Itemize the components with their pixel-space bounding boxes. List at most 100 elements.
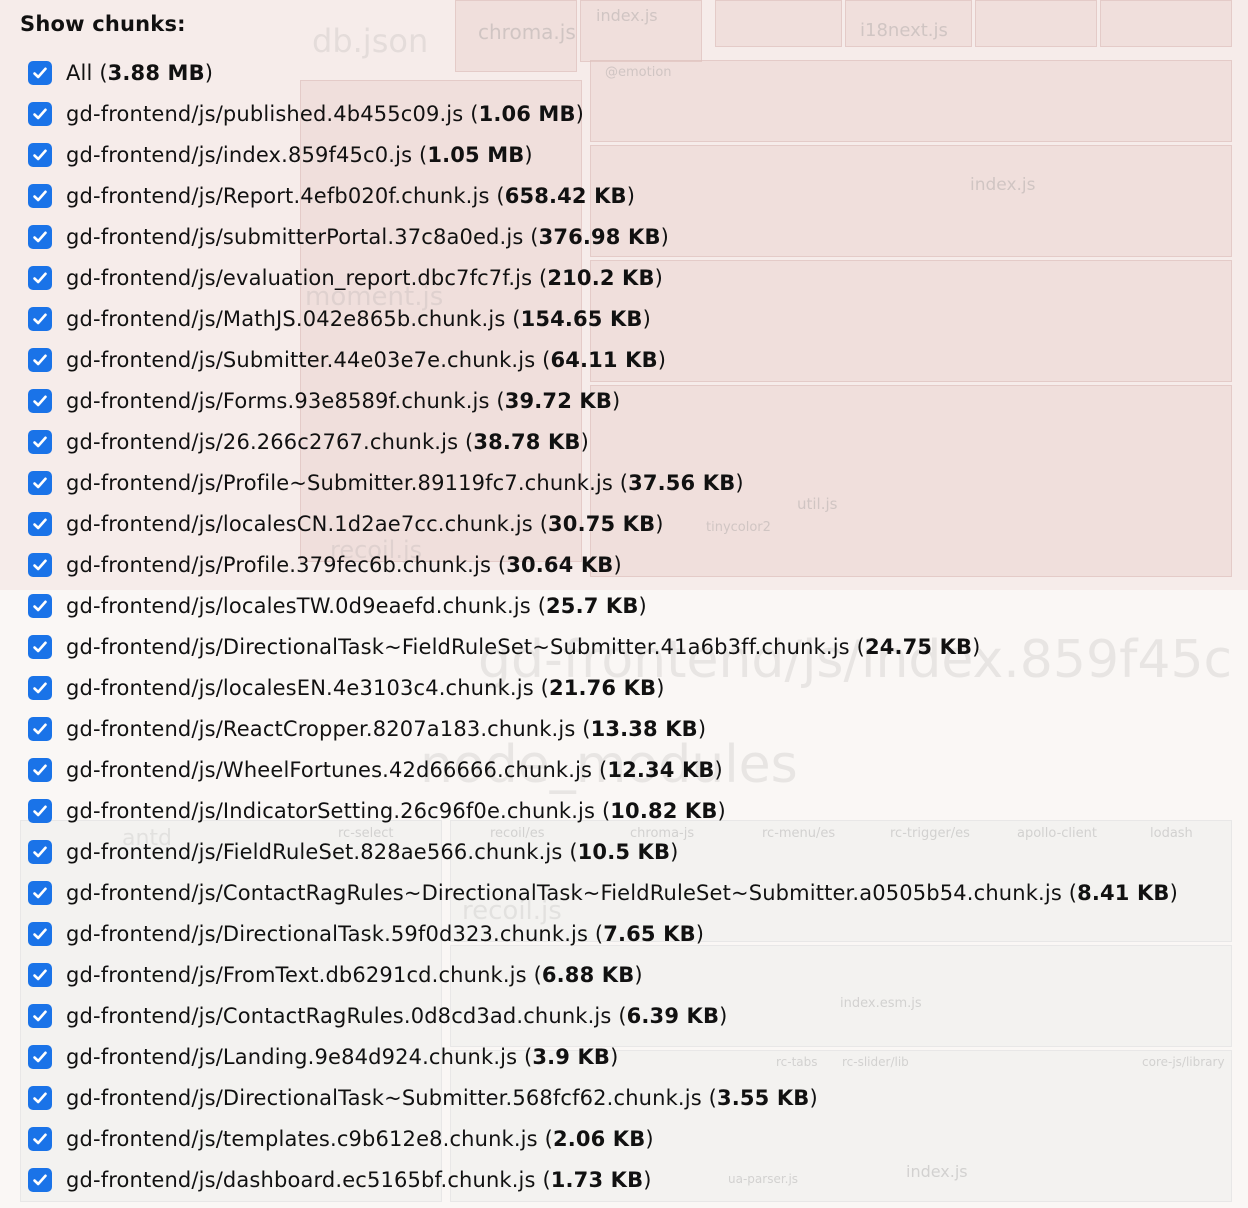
paren-close: ) [656, 676, 665, 700]
chunk-row[interactable]: gd-frontend/js/DirectionalTask~Submitter… [28, 1083, 818, 1113]
chunk-label[interactable]: gd-frontend/js/evaluation_report.dbc7fc7… [66, 266, 663, 290]
checkbox-checked-icon[interactable] [28, 922, 52, 946]
chunk-row[interactable]: gd-frontend/js/MathJS.042e865b.chunk.js … [28, 304, 651, 334]
checkbox-checked-icon[interactable] [28, 717, 52, 741]
chunk-row[interactable]: gd-frontend/js/index.859f45c0.js (1.05 M… [28, 140, 533, 170]
chunk-label[interactable]: gd-frontend/js/localesCN.1d2ae7cc.chunk.… [66, 512, 664, 536]
checkbox-checked-icon[interactable] [28, 61, 52, 85]
chunk-label[interactable]: gd-frontend/js/published.4b455c09.js (1.… [66, 102, 584, 126]
chunk-row-all[interactable]: All (3.88 MB) [28, 58, 213, 88]
checkbox-checked-icon[interactable] [28, 102, 52, 126]
chunk-row[interactable]: gd-frontend/js/DirectionalTask~FieldRule… [28, 632, 981, 662]
treemap-block [590, 145, 1232, 257]
checkbox-checked-icon[interactable] [28, 553, 52, 577]
chunk-label[interactable]: gd-frontend/js/ReactCropper.8207a183.chu… [66, 717, 706, 741]
chunk-row[interactable]: gd-frontend/js/localesEN.4e3103c4.chunk.… [28, 673, 665, 703]
chunk-label[interactable]: gd-frontend/js/ContactRagRules~Direction… [66, 881, 1178, 905]
chunk-row[interactable]: gd-frontend/js/FromText.db6291cd.chunk.j… [28, 960, 643, 990]
chunk-label[interactable]: gd-frontend/js/IndicatorSetting.26c96f0e… [66, 799, 726, 823]
chunk-label[interactable]: gd-frontend/js/DirectionalTask~FieldRule… [66, 635, 981, 659]
paren-open: ( [526, 963, 542, 987]
chunk-label[interactable]: gd-frontend/js/WheelFortunes.42d66666.ch… [66, 758, 723, 782]
chunk-size: 24.75 KB [864, 635, 973, 659]
chunk-size: 13.38 KB [590, 717, 698, 741]
chunk-label[interactable]: gd-frontend/js/index.859f45c0.js (1.05 M… [66, 143, 533, 167]
checkbox-checked-icon[interactable] [28, 676, 52, 700]
chunk-label[interactable]: gd-frontend/js/FieldRuleSet.828ae566.chu… [66, 840, 678, 864]
checkbox-checked-icon[interactable] [28, 512, 52, 536]
chunk-row[interactable]: gd-frontend/js/submitterPortal.37c8a0ed.… [28, 222, 669, 252]
chunk-row[interactable]: gd-frontend/js/Report.4efb020f.chunk.js … [28, 181, 635, 211]
checkbox-checked-icon[interactable] [28, 963, 52, 987]
paren-open: ( [489, 184, 505, 208]
checkbox-checked-icon[interactable] [28, 1086, 52, 1110]
checkbox-checked-icon[interactable] [28, 1127, 52, 1151]
chunk-label[interactable]: gd-frontend/js/DirectionalTask.59f0d323.… [66, 922, 704, 946]
chunk-label[interactable]: gd-frontend/js/localesTW.0d9eaefd.chunk.… [66, 594, 647, 618]
checkbox-checked-icon[interactable] [28, 758, 52, 782]
chunk-label[interactable]: gd-frontend/js/Profile.379fec6b.chunk.js… [66, 553, 622, 577]
chunk-row[interactable]: gd-frontend/js/IndicatorSetting.26c96f0e… [28, 796, 726, 826]
chunk-label[interactable]: gd-frontend/js/dashboard.ec5165bf.chunk.… [66, 1168, 652, 1192]
checkbox-checked-icon[interactable] [28, 1045, 52, 1069]
chunk-label[interactable]: gd-frontend/js/submitterPortal.37c8a0ed.… [66, 225, 669, 249]
chunk-row[interactable]: gd-frontend/js/Profile.379fec6b.chunk.js… [28, 550, 622, 580]
chunk-row[interactable]: gd-frontend/js/localesCN.1d2ae7cc.chunk.… [28, 509, 664, 539]
paren-open: ( [592, 758, 608, 782]
checkbox-checked-icon[interactable] [28, 184, 52, 208]
chunk-row[interactable]: gd-frontend/js/26.266c2767.chunk.js (38.… [28, 427, 589, 457]
chunk-row[interactable]: gd-frontend/js/Profile~Submitter.89119fc… [28, 468, 744, 498]
paren-close: ) [735, 471, 744, 495]
chunk-row[interactable]: gd-frontend/js/Forms.93e8589f.chunk.js (… [28, 386, 620, 416]
paren-close: ) [657, 348, 667, 372]
chunk-label[interactable]: gd-frontend/js/Landing.9e84d924.chunk.js… [66, 1045, 618, 1069]
checkbox-checked-icon[interactable] [28, 307, 52, 331]
chunk-label[interactable]: All (3.88 MB) [66, 61, 213, 85]
checkbox-checked-icon[interactable] [28, 225, 52, 249]
chunk-name: gd-frontend/js/MathJS.042e865b.chunk.js [66, 307, 506, 331]
treemap-block [590, 60, 1232, 142]
checkbox-checked-icon[interactable] [28, 471, 52, 495]
checkbox-checked-icon[interactable] [28, 594, 52, 618]
chunk-row[interactable]: gd-frontend/js/FieldRuleSet.828ae566.chu… [28, 837, 678, 867]
checkbox-checked-icon[interactable] [28, 430, 52, 454]
checkbox-checked-icon[interactable] [28, 1168, 52, 1192]
chunk-label[interactable]: gd-frontend/js/templates.c9b612e8.chunk.… [66, 1127, 654, 1151]
chunk-row[interactable]: gd-frontend/js/ContactRagRules.0d8cd3ad.… [28, 1001, 727, 1031]
chunk-row[interactable]: gd-frontend/js/published.4b455c09.js (1.… [28, 99, 584, 129]
chunk-label[interactable]: gd-frontend/js/Submitter.44e03e7e.chunk.… [66, 348, 666, 372]
chunk-label[interactable]: gd-frontend/js/Forms.93e8589f.chunk.js (… [66, 389, 620, 413]
chunk-row[interactable]: gd-frontend/js/DirectionalTask.59f0d323.… [28, 919, 704, 949]
chunk-row[interactable]: gd-frontend/js/evaluation_report.dbc7fc7… [28, 263, 663, 293]
chunk-label[interactable]: gd-frontend/js/ContactRagRules.0d8cd3ad.… [66, 1004, 727, 1028]
chunk-row[interactable]: gd-frontend/js/localesTW.0d9eaefd.chunk.… [28, 591, 647, 621]
chunk-label[interactable]: gd-frontend/js/Report.4efb020f.chunk.js … [66, 184, 635, 208]
paren-close: ) [634, 963, 643, 987]
chunk-row[interactable]: gd-frontend/js/ReactCropper.8207a183.chu… [28, 714, 706, 744]
paren-open: ( [489, 389, 505, 413]
chunk-row[interactable]: gd-frontend/js/templates.c9b612e8.chunk.… [28, 1124, 654, 1154]
checkbox-checked-icon[interactable] [28, 881, 52, 905]
chunk-row[interactable]: gd-frontend/js/Submitter.44e03e7e.chunk.… [28, 345, 666, 375]
checkbox-checked-icon[interactable] [28, 1004, 52, 1028]
checkbox-checked-icon[interactable] [28, 840, 52, 864]
chunk-row[interactable]: gd-frontend/js/WheelFortunes.42d66666.ch… [28, 755, 723, 785]
chunk-row[interactable]: gd-frontend/js/ContactRagRules~Direction… [28, 878, 1178, 908]
treemap-block [590, 260, 1232, 382]
chunk-row[interactable]: gd-frontend/js/Landing.9e84d924.chunk.js… [28, 1042, 618, 1072]
checkbox-checked-icon[interactable] [28, 389, 52, 413]
checkbox-checked-icon[interactable] [28, 635, 52, 659]
chunk-row[interactable]: gd-frontend/js/dashboard.ec5165bf.chunk.… [28, 1165, 652, 1195]
chunk-label[interactable]: gd-frontend/js/DirectionalTask~Submitter… [66, 1086, 818, 1110]
treemap-block [975, 0, 1097, 47]
chunk-name: gd-frontend/js/templates.c9b612e8.chunk.… [66, 1127, 538, 1151]
checkbox-checked-icon[interactable] [28, 348, 52, 372]
chunk-label[interactable]: gd-frontend/js/26.266c2767.chunk.js (38.… [66, 430, 589, 454]
checkbox-checked-icon[interactable] [28, 266, 52, 290]
chunk-label[interactable]: gd-frontend/js/localesEN.4e3103c4.chunk.… [66, 676, 665, 700]
chunk-label[interactable]: gd-frontend/js/FromText.db6291cd.chunk.j… [66, 963, 643, 987]
chunk-label[interactable]: gd-frontend/js/Profile~Submitter.89119fc… [66, 471, 744, 495]
checkbox-checked-icon[interactable] [28, 143, 52, 167]
checkbox-checked-icon[interactable] [28, 799, 52, 823]
chunk-label[interactable]: gd-frontend/js/MathJS.042e865b.chunk.js … [66, 307, 651, 331]
